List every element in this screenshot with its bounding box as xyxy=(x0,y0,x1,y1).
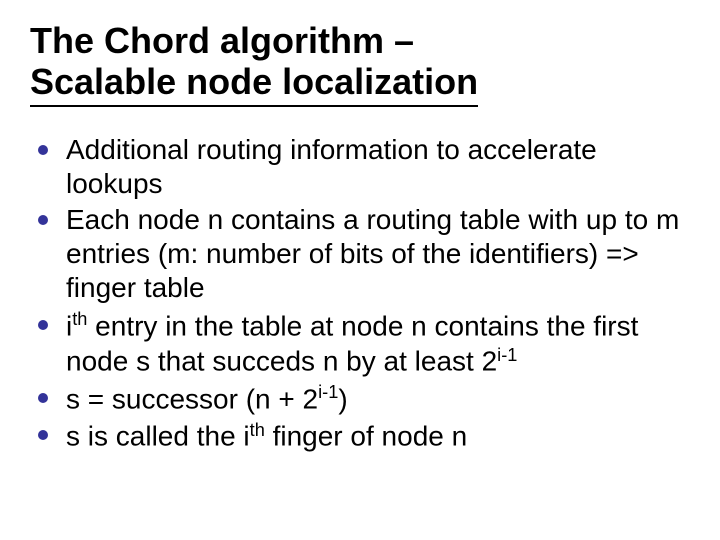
slide-title: The Chord algorithm – Scalable node loca… xyxy=(30,20,690,107)
text-part: finger of node n xyxy=(265,420,467,451)
list-item: s is called the ith finger of node n xyxy=(38,418,690,453)
text-part: entry in the table at node n contains th… xyxy=(66,310,638,376)
bullet-text: s is called the ith finger of node n xyxy=(66,418,467,453)
superscript: th xyxy=(250,420,265,440)
bullet-text: Each node n contains a routing table wit… xyxy=(66,203,690,305)
bullet-icon xyxy=(38,215,48,225)
text-part: ) xyxy=(338,383,347,414)
list-item: Additional routing information to accele… xyxy=(38,133,690,201)
bullet-text: ith entry in the table at node n contain… xyxy=(66,308,690,379)
slide-body: Additional routing information to accele… xyxy=(30,133,690,454)
list-item: s = successor (n + 2i-1) xyxy=(38,381,690,416)
bullet-icon xyxy=(38,393,48,403)
superscript: th xyxy=(72,309,87,329)
text-part: s is called the i xyxy=(66,420,250,451)
bullet-icon xyxy=(38,145,48,155)
title-line-1: The Chord algorithm – xyxy=(30,20,414,61)
bullet-text: s = successor (n + 2i-1) xyxy=(66,381,348,416)
bullet-text: Additional routing information to accele… xyxy=(66,133,690,201)
slide: The Chord algorithm – Scalable node loca… xyxy=(0,0,720,540)
title-line-2: Scalable node localization xyxy=(30,61,478,106)
list-item: Each node n contains a routing table wit… xyxy=(38,203,690,305)
bullet-icon xyxy=(38,430,48,440)
superscript: i-1 xyxy=(497,345,517,365)
superscript: i-1 xyxy=(318,382,338,402)
text-part: s = successor (n + 2 xyxy=(66,383,318,414)
bullet-icon xyxy=(38,320,48,330)
list-item: ith entry in the table at node n contain… xyxy=(38,308,690,379)
